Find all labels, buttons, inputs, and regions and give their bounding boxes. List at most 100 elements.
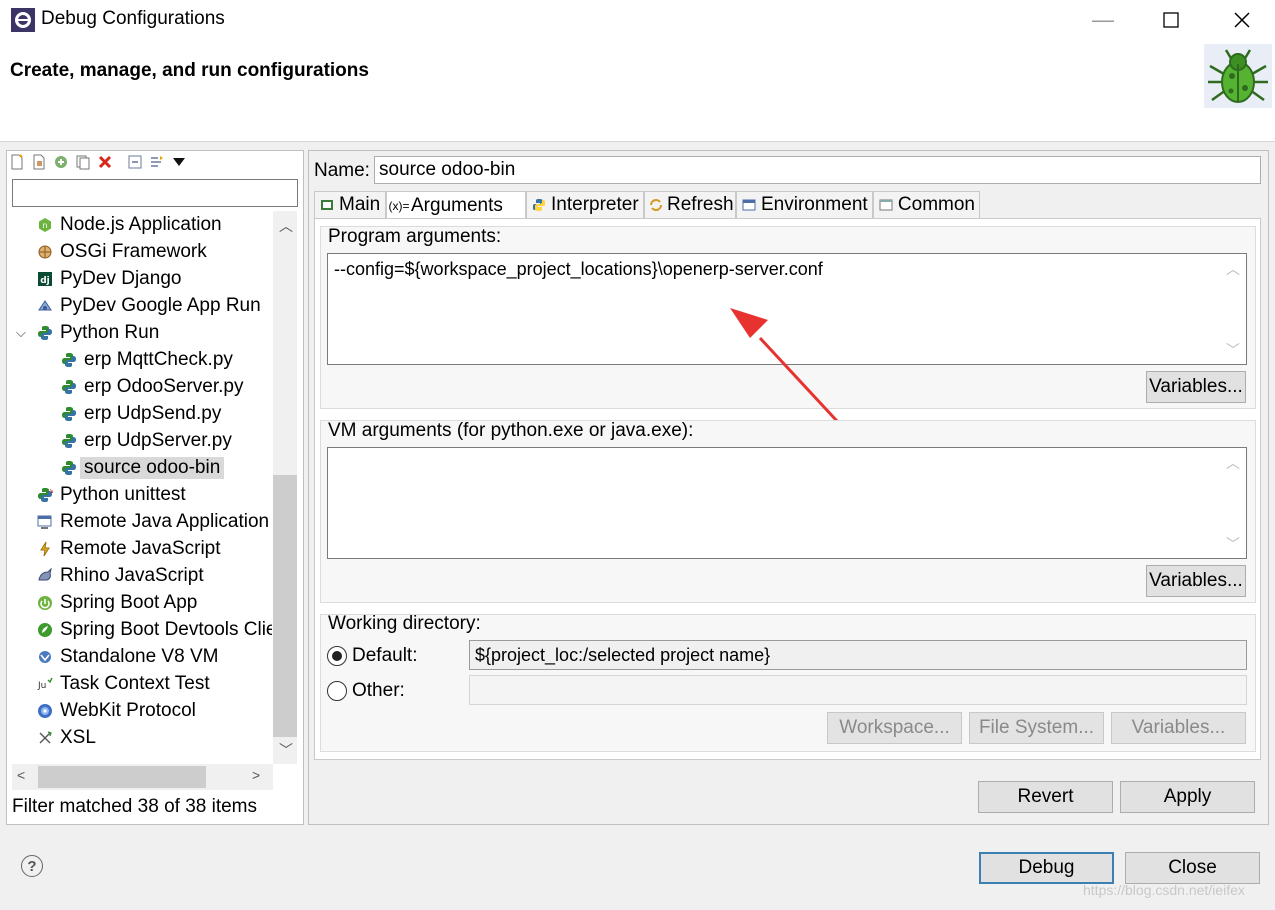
tree-item-label: erp OdooServer.py (84, 375, 244, 397)
watermark: https://blog.csdn.net/ieifex (1083, 882, 1245, 898)
debug-button[interactable]: Debug (979, 852, 1114, 884)
view-menu-icon[interactable] (170, 153, 188, 171)
configuration-tree: n Node.js Application OSGi Framework dj PyDe… (12, 211, 272, 764)
python-icon (60, 351, 78, 369)
tree-item[interactable]: Ju Task Context Test (36, 670, 210, 697)
maximize-icon (1163, 12, 1179, 28)
tree-item[interactable]: dj PyDev Django (36, 265, 181, 292)
python-unittest-icon: v (36, 486, 54, 504)
tree-item[interactable]: XSL (36, 724, 96, 751)
vm-arguments-textarea[interactable] (327, 447, 1247, 559)
rhino-icon (36, 567, 54, 585)
close-button[interactable]: Close (1125, 852, 1260, 884)
tree-item[interactable]: Spring Boot App (36, 589, 197, 616)
tab-arguments[interactable]: (x)= Arguments (386, 191, 526, 219)
tree-item[interactable]: OSGi Framework (36, 238, 207, 265)
scroll-down-icon[interactable]: ﹀ (279, 740, 293, 760)
tree-item[interactable]: erp UdpSend.py (60, 400, 221, 427)
default-radio[interactable] (327, 646, 347, 666)
vm-args-scroll-down-icon[interactable]: ﹀ (1222, 534, 1244, 554)
scroll-up-icon[interactable]: ︿ (279, 216, 293, 236)
tree-item[interactable]: WebKit Protocol (36, 697, 196, 724)
tree-item-label: OSGi Framework (60, 240, 207, 262)
left-toolbar (8, 152, 188, 172)
filter-status: Filter matched 38 of 38 items (12, 796, 257, 817)
tree-item[interactable]: PyDev Google App Run (36, 292, 261, 319)
tree-item[interactable]: v Python unittest (36, 481, 186, 508)
tab-common-label: Common (897, 194, 975, 215)
tree-item[interactable]: Rhino JavaScript (36, 562, 204, 589)
other-radio[interactable] (327, 681, 347, 701)
working-dir-variables-button[interactable]: Variables... (1111, 712, 1246, 744)
revert-button[interactable]: Revert (978, 781, 1113, 813)
tab-common[interactable]: Common (873, 191, 980, 218)
v8-icon (36, 648, 54, 666)
tree-item[interactable]: Remote JavaScript (36, 535, 221, 562)
tab-environment[interactable]: Environment (736, 191, 873, 218)
arguments-tab-icon: (x)= (388, 198, 410, 213)
webkit-icon (36, 702, 54, 720)
nodejs-icon: n (36, 216, 54, 234)
tree-horizontal-scroll-thumb[interactable] (38, 766, 206, 788)
program-args-scroll-down-icon[interactable]: ﹀ (1222, 340, 1244, 360)
close-window-button[interactable] (1213, 0, 1271, 40)
filter-configurations-icon[interactable] (148, 153, 166, 171)
workspace-button[interactable]: Workspace... (827, 712, 962, 744)
new-prototype-icon[interactable] (30, 153, 48, 171)
google-app-icon (36, 297, 54, 315)
tree-item-label: Node.js Application (60, 213, 222, 235)
tree-item[interactable]: n Node.js Application (36, 211, 222, 238)
delete-configuration-icon[interactable] (96, 153, 114, 171)
tree-item[interactable]: erp MqttCheck.py (60, 346, 233, 373)
svg-text:Ju: Ju (37, 681, 46, 691)
maximize-button[interactable] (1142, 0, 1200, 40)
duplicate-configuration-icon[interactable] (74, 153, 92, 171)
refresh-tab-icon (649, 197, 663, 213)
export-configuration-icon[interactable] (52, 153, 70, 171)
tree-item-label: WebKit Protocol (60, 699, 196, 721)
tree-item[interactable]: erp OdooServer.py (60, 373, 243, 400)
tree-item[interactable]: Standalone V8 VM (36, 643, 218, 670)
tree-item[interactable]: Remote Java Application (36, 508, 269, 535)
tab-main[interactable]: Main (314, 191, 386, 218)
vm-arguments-label: VM arguments (for python.exe or java.exe… (328, 420, 694, 441)
main-tab-icon (319, 197, 335, 213)
scroll-right-icon[interactable]: > (252, 767, 260, 783)
svg-text:dj: dj (40, 276, 50, 286)
python-icon (36, 324, 54, 342)
scroll-left-icon[interactable]: < (17, 767, 25, 783)
bug-icon (1204, 44, 1272, 108)
tab-refresh-label: Refresh (667, 194, 734, 215)
vm-args-scroll-up-icon[interactable]: ︿ (1222, 453, 1244, 473)
program-args-scroll-up-icon[interactable]: ︿ (1222, 259, 1244, 279)
vm-args-variables-button[interactable]: Variables... (1146, 565, 1246, 597)
other-label: Other: (352, 680, 405, 701)
tree-item[interactable]: source odoo-bin (60, 454, 225, 481)
tree-vertical-scroll-thumb[interactable] (273, 475, 297, 737)
tree-item[interactable]: Spring Boot Devtools Client (36, 616, 272, 643)
tree-item[interactable]: erp UdpServer.py (60, 427, 232, 454)
tab-arguments-label: Arguments (411, 194, 503, 216)
tree-item-label: XSL (60, 726, 96, 748)
xsl-icon (36, 729, 54, 747)
default-directory-field: ${project_loc:/selected project name} (469, 640, 1247, 670)
file-system-button[interactable]: File System... (969, 712, 1104, 744)
tab-interpreter[interactable]: Interpreter (526, 191, 644, 218)
tab-refresh[interactable]: Refresh (644, 191, 736, 218)
new-configuration-icon[interactable] (8, 153, 26, 171)
python-icon (60, 405, 78, 423)
spring-devtools-icon (36, 621, 54, 639)
apply-button[interactable]: Apply (1120, 781, 1255, 813)
filter-input[interactable] (12, 179, 298, 207)
header-title: Create, manage, and run configurations (10, 60, 369, 81)
other-directory-field[interactable] (469, 675, 1247, 705)
python-icon (60, 378, 78, 396)
tree-item[interactable]: Python Run (36, 319, 159, 346)
remote-js-icon (36, 540, 54, 558)
help-icon[interactable]: ? (21, 855, 43, 877)
minimize-button[interactable]: — (1074, 0, 1132, 40)
collapse-all-icon[interactable] (126, 153, 144, 171)
program-args-variables-button[interactable]: Variables... (1146, 371, 1246, 403)
expand-chevron-icon[interactable]: ⌵ (16, 325, 26, 341)
name-input[interactable] (374, 156, 1261, 184)
